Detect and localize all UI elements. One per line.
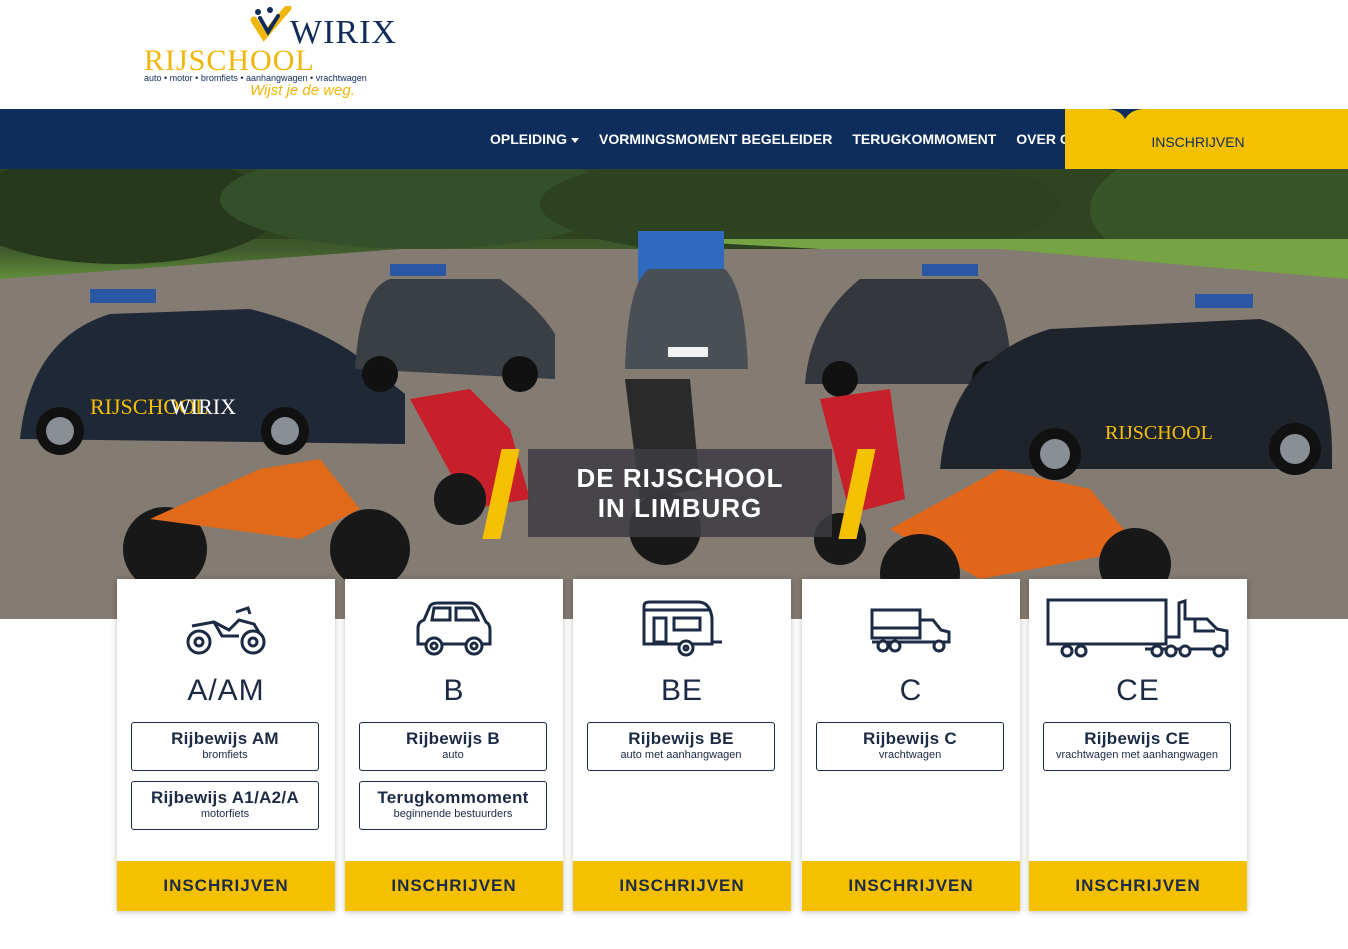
hero-title-line2: IN LIMBURG [597, 493, 763, 523]
card-title: BE [660, 674, 704, 707]
nav-item-terugkommoment[interactable]: TERUGKOMMOMENT [842, 131, 1006, 147]
car-brand-text-2: RIJSCHOOL [1105, 422, 1213, 444]
hero-title-line1: DE RIJSCHOOL [576, 463, 784, 493]
chevron-down-icon [571, 137, 580, 143]
license-subtitle: beginnende bestuurders [393, 808, 513, 820]
inschrijven-button[interactable]: INSCHRIJVEN [573, 861, 791, 911]
rijbewijs-b-button[interactable]: Rijbewijs B auto [359, 722, 547, 771]
license-name: Rijbewijs C [863, 729, 957, 748]
logo-tagline: Wijst je de weg. [250, 82, 355, 99]
site-logo[interactable]: WIRIX RIJSCHOOL auto • motor • bromfiets… [140, 4, 396, 100]
nav-menu: OPLEIDING VORMINGSMOMENT BEGELEIDER TERU… [480, 109, 1100, 169]
license-name: Rijbewijs B [406, 729, 500, 748]
inschrijven-button[interactable]: INSCHRIJVEN [1029, 861, 1247, 911]
license-subtitle: auto [442, 749, 464, 761]
card-be: BE Rijbewijs BE auto met aanhangwagen IN… [573, 579, 791, 911]
inschrijven-button[interactable]: INSCHRIJVEN [802, 861, 1020, 911]
license-name: Rijbewijs AM [171, 729, 279, 748]
rijbewijs-a-button[interactable]: Rijbewijs A1/A2/A motorfiets [131, 781, 319, 830]
license-name: Rijbewijs BE [628, 729, 734, 748]
license-subtitle: auto met aanhangwagen [620, 749, 742, 761]
inschrijven-button[interactable]: INSCHRIJVEN [345, 861, 563, 911]
terugkommoment-button[interactable]: Terugkommoment beginnende bestuurders [359, 781, 547, 830]
inschrijven-button[interactable]: INSCHRIJVEN [117, 861, 335, 911]
license-name: Rijbewijs A1/A2/A [150, 788, 300, 807]
nav-item-label: OPLEIDING [490, 131, 568, 147]
card-title: C [899, 674, 923, 707]
license-subtitle: vrachtwagen met aanhangwagen [1055, 749, 1219, 761]
license-cards: A/AM Rijbewijs AM bromfiets Rijbewijs A1… [117, 579, 1247, 911]
car-icon [416, 601, 492, 656]
caravan-icon [642, 600, 722, 657]
logo-checkmark-icon [250, 6, 292, 42]
license-subtitle: vrachtwagen [878, 749, 942, 761]
card-b: B Rijbewijs B auto Terugkommoment beginn… [345, 579, 563, 911]
car-wirix-text: WIRIX [170, 394, 236, 419]
semi-truck-icon [1046, 598, 1229, 658]
card-c: C Rijbewijs C vrachtwagen INSCHRIJVEN [802, 579, 1020, 911]
nav-item-opleiding[interactable]: OPLEIDING [480, 131, 589, 147]
rijbewijs-am-button[interactable]: Rijbewijs AM bromfiets [131, 722, 319, 771]
hero-photo: RIJSCHOOL WIRIX RIJSCHOOL [0, 169, 1348, 619]
license-subtitle: bromfiets [202, 749, 248, 761]
card-title: B [443, 674, 465, 707]
rijbewijs-c-button[interactable]: Rijbewijs C vrachtwagen [816, 722, 1004, 771]
motorcycle-icon [186, 606, 266, 655]
license-name: Rijbewijs CE [1084, 729, 1190, 748]
license-name: Terugkommoment [377, 788, 529, 807]
card-ce: CE Rijbewijs CE vrachtwagen met aanhangw… [1029, 579, 1247, 911]
license-subtitle: motorfiets [200, 808, 250, 820]
truck-icon [870, 608, 951, 653]
card-title: CE [1116, 674, 1160, 707]
card-title: A/AM [187, 674, 265, 707]
nav-item-vormingsmoment[interactable]: VORMINGSMOMENT BEGELEIDER [589, 131, 842, 147]
site-header: WIRIX RIJSCHOOL auto • motor • bromfiets… [0, 0, 1348, 109]
card-a-am: A/AM Rijbewijs AM bromfiets Rijbewijs A1… [117, 579, 335, 911]
hero-banner: RIJSCHOOL WIRIX RIJSCHOOL DE RIJSCHOOL I… [0, 169, 1348, 619]
rijbewijs-ce-button[interactable]: Rijbewijs CE vrachtwagen met aanhangwage… [1043, 722, 1231, 771]
inschrijven-nav-button[interactable]: INSCHRIJVEN [1065, 109, 1331, 169]
rijbewijs-be-button[interactable]: Rijbewijs BE auto met aanhangwagen [587, 722, 775, 771]
hero-title: DE RIJSCHOOL IN LIMBURG [528, 449, 832, 537]
